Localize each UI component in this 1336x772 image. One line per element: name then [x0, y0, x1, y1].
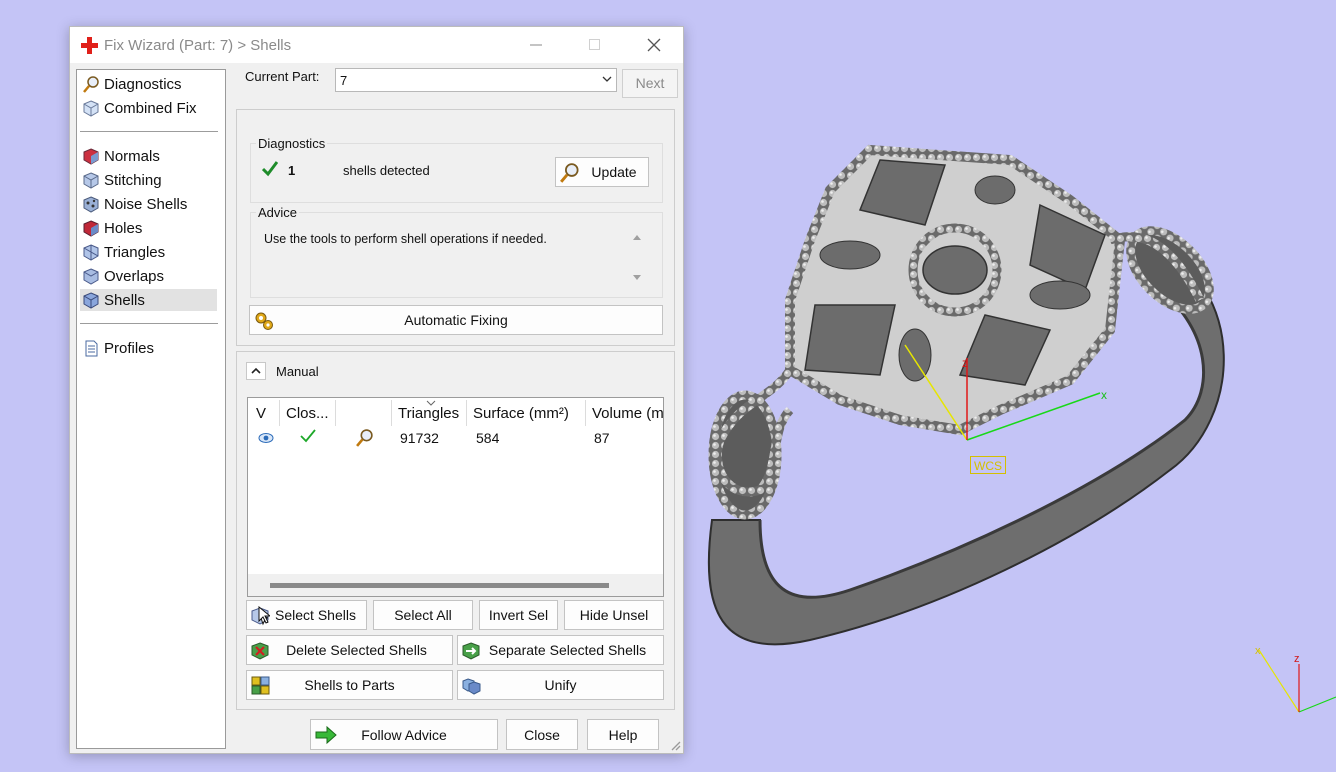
holes-cube-icon [83, 220, 99, 237]
automatic-fixing-button[interactable]: Automatic Fixing [249, 305, 663, 335]
close-window-button[interactable] [632, 30, 678, 60]
title-bar[interactable]: Fix Wizard (Part: 7) > Shells [70, 27, 683, 63]
horizontal-scrollbar[interactable] [248, 574, 663, 596]
nav-item-normals[interactable]: Normals [80, 145, 217, 167]
nav-item-combined-fix[interactable]: Combined Fix [80, 97, 217, 119]
current-part-select[interactable]: 7 [335, 68, 617, 92]
separate-selected-shells-button[interactable]: Separate Selected Shells [457, 635, 664, 665]
nav-item-holes[interactable]: Holes [80, 217, 217, 239]
cell-surface: 584 [476, 430, 500, 446]
axis-z-label: z [962, 356, 968, 370]
unify-button[interactable]: Unify [457, 670, 664, 700]
overlaps-cube-icon [83, 268, 99, 285]
nav-separator [80, 323, 218, 324]
cube-icon [83, 100, 99, 117]
chevron-down-icon [602, 76, 612, 82]
next-button[interactable]: Next [622, 69, 678, 98]
maximize-icon [589, 39, 600, 50]
advice-scrollbar[interactable] [630, 230, 644, 286]
follow-advice-button[interactable]: Follow Advice [310, 719, 498, 750]
nav-item-stitching[interactable]: Stitching [80, 169, 217, 191]
column-header-closed[interactable]: Clos... [280, 400, 336, 426]
nav-item-shells[interactable]: Shells [80, 289, 217, 311]
advice-title: Advice [256, 205, 300, 220]
minimize-icon [530, 44, 542, 46]
triangles-cube-icon [83, 244, 99, 261]
navigation-panel: Diagnostics Combined Fix Normals Stitchi… [76, 69, 226, 749]
magnifier-icon[interactable] [356, 429, 374, 447]
nav-item-profiles[interactable]: Profiles [80, 337, 217, 359]
window-title: Fix Wizard (Part: 7) > Shells [104, 37, 292, 54]
nav-item-overlaps[interactable]: Overlaps [80, 265, 217, 287]
column-header-surface[interactable]: Surface (mm²) [467, 400, 586, 426]
document-icon [85, 340, 98, 357]
wcs-label: WCS [970, 456, 1006, 474]
magnifier-icon [560, 163, 579, 183]
corner-axis-x-label: x [1255, 645, 1261, 657]
shells-table[interactable]: V Clos... Triangles Surface (mm²) Volume… [247, 397, 664, 597]
advice-text: Use the tools to perform shell operation… [264, 232, 547, 246]
diagnostics-title: Diagnostics [256, 136, 328, 151]
nav-item-noise-shells[interactable]: Noise Shells [80, 193, 217, 215]
magnifier-icon [83, 76, 99, 93]
noise-shells-icon [83, 196, 99, 213]
eye-icon[interactable] [258, 432, 274, 444]
close-button[interactable]: Close [506, 719, 578, 750]
chevron-up-icon [251, 367, 261, 374]
delete-selected-shells-button[interactable]: Delete Selected Shells [246, 635, 453, 665]
update-button[interactable]: Update [555, 157, 649, 187]
cell-triangles: 91732 [400, 430, 439, 446]
shells-to-parts-button[interactable]: Shells to Parts [246, 670, 453, 700]
shell-count: 1 [288, 163, 296, 178]
invert-sel-button[interactable]: Invert Sel [479, 600, 558, 630]
column-header-triangles[interactable]: Triangles [392, 400, 467, 426]
manual-label: Manual [276, 364, 319, 379]
help-button[interactable]: Help [587, 719, 659, 750]
hide-unsel-button[interactable]: Hide Unsel [564, 600, 664, 630]
red-cross-icon [81, 37, 98, 54]
diagnostics-advice-panel: Diagnostics 1 shells detected Update Adv… [236, 109, 675, 346]
column-header-volume[interactable]: Volume (m [586, 400, 663, 426]
collapse-button[interactable] [246, 362, 266, 380]
current-part-label: Current Part: [245, 69, 320, 84]
resize-grip-icon[interactable] [669, 739, 681, 751]
column-header-visible[interactable]: V [250, 400, 280, 426]
current-part-value: 7 [340, 73, 348, 88]
normals-cube-icon [83, 148, 99, 165]
scroll-arrows-icon [633, 235, 641, 280]
select-all-button[interactable]: Select All [373, 600, 473, 630]
checkmark-icon [300, 429, 316, 443]
shells-detected-text: shells detected [343, 163, 430, 178]
close-icon [647, 38, 661, 52]
shells-cube-icon [83, 292, 99, 309]
axis-x-label: x [1101, 388, 1107, 402]
fix-wizard-window: Fix Wizard (Part: 7) > Shells Diagnostic… [69, 26, 684, 754]
minimize-button[interactable] [514, 30, 560, 60]
column-header-action[interactable] [336, 400, 392, 426]
stitching-cube-icon [83, 172, 99, 189]
advice-group [250, 212, 663, 298]
nav-item-diagnostics[interactable]: Diagnostics [80, 73, 217, 95]
cell-volume: 87 [594, 430, 610, 446]
nav-separator [80, 131, 218, 132]
scrollbar-thumb[interactable] [270, 583, 609, 588]
nav-item-triangles[interactable]: Triangles [80, 241, 217, 263]
corner-axis-z-label: z [1294, 653, 1300, 665]
maximize-button[interactable] [573, 30, 619, 60]
checkmark-icon [262, 161, 278, 177]
mouse-cursor-icon [258, 606, 270, 624]
